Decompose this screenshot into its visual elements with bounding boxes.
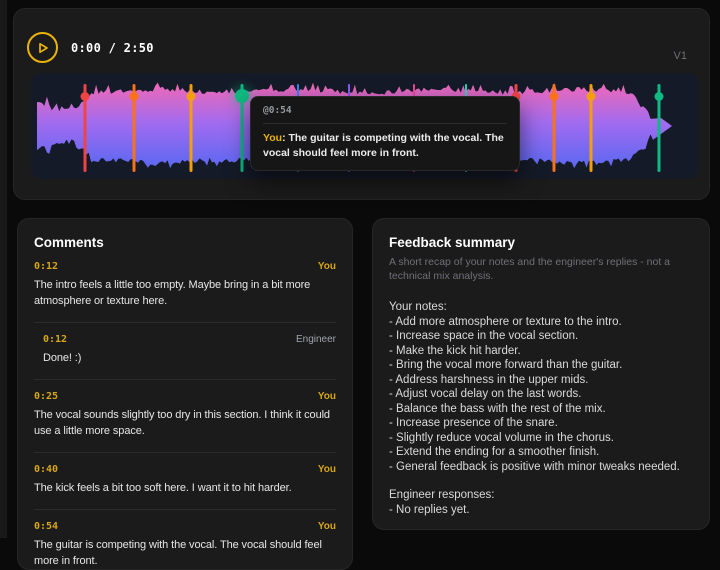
comment-tooltip: @0:54 You: The guitar is competing with … xyxy=(250,96,520,172)
reply-author: Engineer xyxy=(295,333,336,345)
comment-author: You xyxy=(317,390,336,402)
marker-dot xyxy=(586,92,596,101)
waveform[interactable]: @0:54 You: The guitar is competing with … xyxy=(31,73,698,179)
comment-author: You xyxy=(317,261,336,272)
marker-dot xyxy=(186,92,196,101)
marker-dot xyxy=(549,92,559,101)
window-edge-strip xyxy=(0,0,7,538)
time-display: 0:00 / 2:50 xyxy=(71,40,154,55)
note-line: - General feedback is positive with mino… xyxy=(389,460,680,473)
note-line: - Adjust vocal delay on the last words. xyxy=(389,388,582,401)
note-line: - Address harshness in the upper mids. xyxy=(389,373,589,386)
player-panel: 0:00 / 2:50 V1 @0:54 You: The guitar is … xyxy=(13,8,710,200)
comment-text: The vocal sounds slightly too dry in thi… xyxy=(34,408,330,437)
responses-list: - No replies yet. xyxy=(389,503,693,518)
comment-item[interactable]: 0:25 You The vocal sounds slightly too d… xyxy=(34,391,336,440)
marker-dot xyxy=(129,92,139,101)
comment-text: The intro feels a little too empty. Mayb… xyxy=(34,279,311,307)
comment-author: You xyxy=(317,463,336,475)
note-line: - Add more atmosphere or texture to the … xyxy=(389,315,622,328)
tooltip-author: You xyxy=(263,132,283,144)
comment-text: The guitar is competing with the vocal. … xyxy=(34,538,322,567)
note-line: - Balance the bass with the rest of the … xyxy=(389,402,606,415)
reply-text: Done! :) xyxy=(43,351,82,364)
comment-item[interactable]: 0:40 You The kick feels a bit too soft h… xyxy=(34,464,336,497)
marker-dot xyxy=(234,89,249,103)
comment-reply[interactable]: 0:12 Engineer Done! :) xyxy=(43,334,336,367)
note-line: - Slightly reduce vocal volume in the ch… xyxy=(389,431,614,444)
responses-heading: Engineer responses: xyxy=(389,489,495,502)
divider xyxy=(34,321,336,323)
comment-timestamp[interactable]: 0:40 xyxy=(34,464,58,475)
response-line: - No replies yet. xyxy=(389,503,470,516)
comment-item[interactable]: 0:54 You The guitar is competing with th… xyxy=(34,520,336,569)
comment-timestamp[interactable]: 0:25 xyxy=(34,391,58,402)
comment-text: The kick feels a bit too soft here. I wa… xyxy=(34,481,292,494)
player-controls: 0:00 / 2:50 xyxy=(14,9,709,63)
version-label: V1 xyxy=(673,50,687,62)
divider xyxy=(34,378,336,380)
note-line: - Make the kick hit harder. xyxy=(389,344,521,357)
summary-title: Feedback summary xyxy=(389,235,516,250)
comment-timestamp[interactable]: 0:54 xyxy=(34,521,58,532)
tooltip-divider xyxy=(263,123,507,124)
divider xyxy=(34,508,336,510)
divider xyxy=(34,451,336,453)
tooltip-comment: The guitar is competing with the vocal. … xyxy=(263,132,504,160)
marker-dot xyxy=(80,92,90,101)
tooltip-timestamp: @0:54 xyxy=(263,105,292,116)
comments-title: Comments xyxy=(34,235,104,250)
notes-list: - Add more atmosphere or texture to the … xyxy=(389,315,693,475)
marker-dot xyxy=(654,92,664,101)
feedback-summary-panel: Feedback summary A short recap of your n… xyxy=(372,218,710,530)
note-line: - Extend the ending for a smoother finis… xyxy=(389,446,600,459)
note-line: - Increase space in the vocal section. xyxy=(389,330,579,343)
note-line: - Increase presence of the snare. xyxy=(389,417,558,430)
notes-heading: Your notes: xyxy=(389,301,447,314)
play-button[interactable] xyxy=(27,32,58,63)
tooltip-text: You: The guitar is competing with the vo… xyxy=(263,131,507,161)
play-icon xyxy=(39,42,48,53)
comment-timestamp[interactable]: 0:12 xyxy=(34,261,58,272)
comment-item[interactable]: 0:12 You The intro feels a little too em… xyxy=(34,261,336,310)
note-line: - Bring the vocal more forward than the … xyxy=(389,359,623,372)
comments-panel: Comments 0:12 You The intro feels a litt… xyxy=(17,218,353,570)
summary-body: Your notes: - Add more atmosphere or tex… xyxy=(389,300,693,517)
comment-author: You xyxy=(317,520,336,532)
summary-subtitle: A short recap of your notes and the engi… xyxy=(389,256,671,282)
reply-timestamp[interactable]: 0:12 xyxy=(43,334,67,345)
